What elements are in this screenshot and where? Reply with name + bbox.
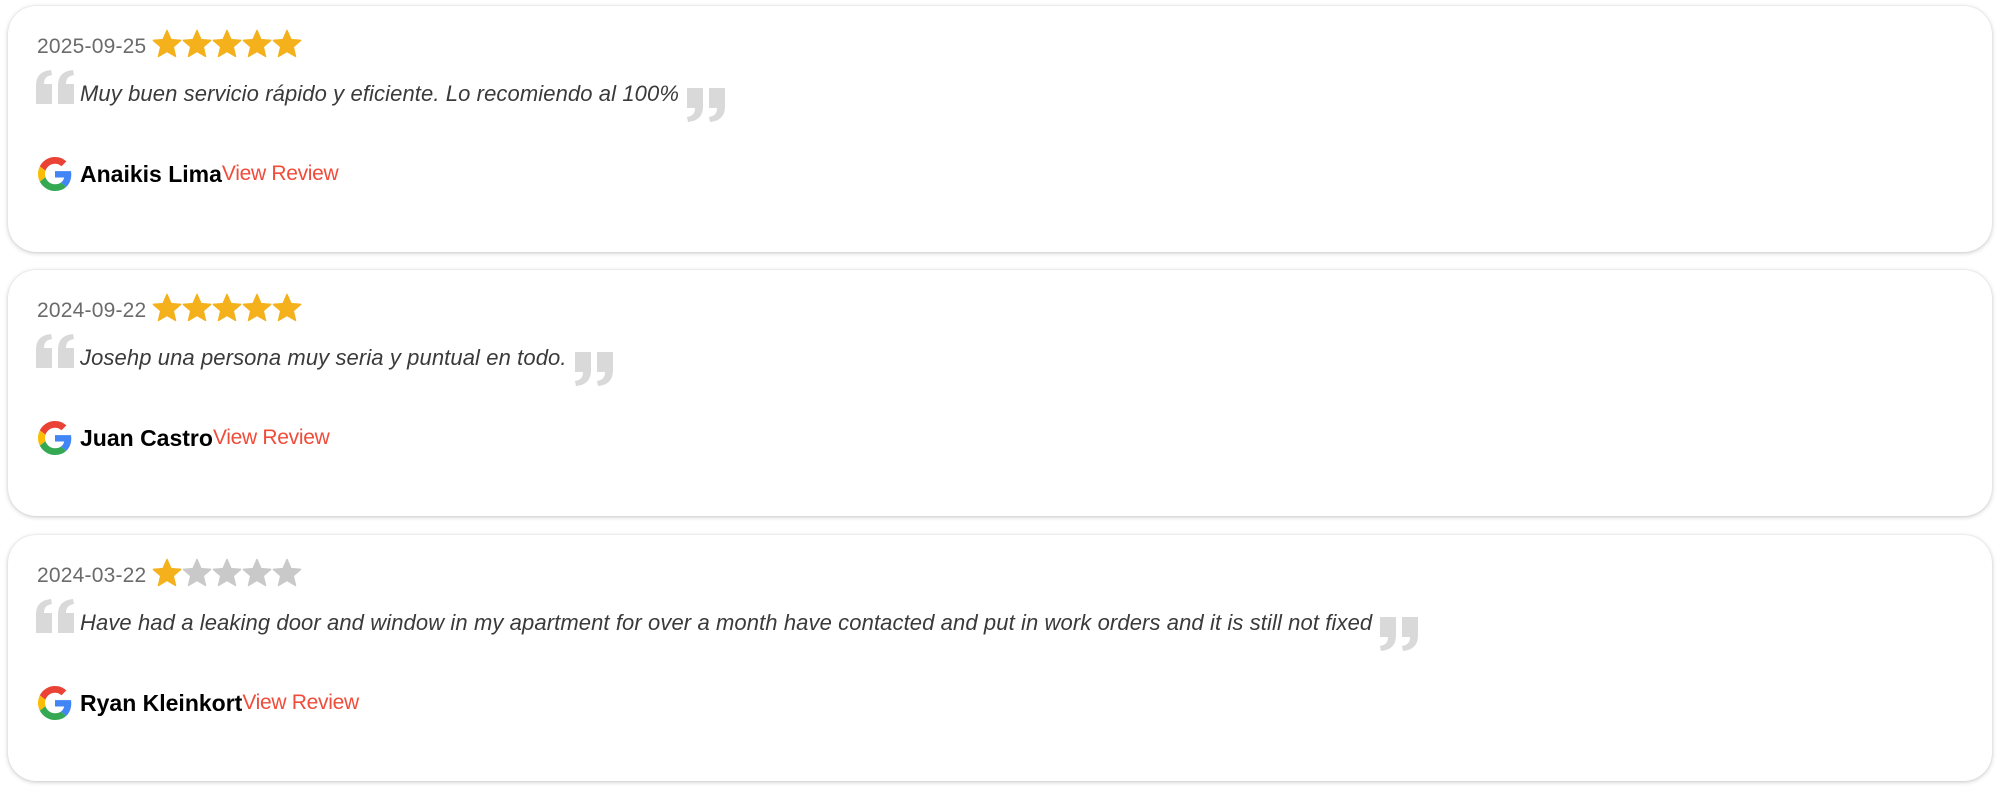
star-icon bbox=[183, 293, 212, 322]
author-name: Juan Castro bbox=[80, 424, 213, 451]
review-author: Anaikis Lima View Review bbox=[38, 156, 339, 192]
star-icon bbox=[153, 293, 182, 322]
star-icon bbox=[243, 29, 272, 58]
review-meta: 2024-03-22 bbox=[37, 555, 302, 591]
review-date: 2024-03-22 bbox=[37, 564, 147, 587]
review-quote: Muy buen servicio rápido y eficiente. Lo… bbox=[36, 66, 726, 126]
star-icon bbox=[273, 29, 302, 58]
google-icon bbox=[38, 157, 72, 191]
quote-close-icon bbox=[574, 352, 613, 386]
star-rating bbox=[152, 293, 302, 323]
view-review-link[interactable]: View Review bbox=[213, 426, 330, 450]
review-quote: Josehp una persona muy seria y puntual e… bbox=[36, 330, 613, 390]
review-text: Have had a leaking door and window in my… bbox=[80, 610, 1373, 635]
review-date: 2024-09-22 bbox=[37, 299, 147, 322]
star-rating bbox=[152, 29, 302, 59]
quote-close-icon bbox=[1380, 617, 1419, 651]
star-icon bbox=[213, 558, 242, 587]
quote-open-icon bbox=[36, 599, 74, 633]
quote-open-icon bbox=[36, 334, 74, 368]
author-name: Ryan Kleinkort bbox=[80, 689, 243, 716]
star-icon bbox=[243, 558, 272, 587]
star-icon bbox=[243, 293, 272, 322]
quote-open-icon bbox=[36, 70, 74, 104]
star-icon bbox=[213, 29, 242, 58]
author-name: Anaikis Lima bbox=[80, 160, 222, 187]
star-icon bbox=[183, 29, 212, 58]
review-card: 2024-09-22 Josehp una persona muy seria … bbox=[8, 270, 1992, 516]
quote-close-icon bbox=[687, 88, 726, 122]
google-icon bbox=[38, 686, 72, 720]
star-rating bbox=[152, 558, 302, 588]
reviews-list: 2025-09-25 Muy buen servicio rápido y ef… bbox=[0, 0, 2000, 794]
star-icon bbox=[273, 558, 302, 587]
review-quote: Have had a leaking door and window in my… bbox=[36, 595, 1419, 655]
review-text: Muy buen servicio rápido y eficiente. Lo… bbox=[80, 81, 680, 106]
review-author: Ryan Kleinkort View Review bbox=[38, 685, 359, 721]
review-card: 2024-03-22 Have had a leaking door and w… bbox=[8, 535, 1992, 781]
star-icon bbox=[273, 293, 302, 322]
review-meta: 2025-09-25 bbox=[37, 26, 302, 62]
review-date: 2025-09-25 bbox=[37, 35, 147, 58]
view-review-link[interactable]: View Review bbox=[242, 691, 359, 715]
star-icon bbox=[183, 558, 212, 587]
star-icon bbox=[153, 558, 182, 587]
view-review-link[interactable]: View Review bbox=[222, 162, 339, 186]
review-text: Josehp una persona muy seria y puntual e… bbox=[80, 345, 567, 370]
star-icon bbox=[213, 293, 242, 322]
star-icon bbox=[153, 29, 182, 58]
google-icon bbox=[38, 421, 72, 455]
review-meta: 2024-09-22 bbox=[37, 290, 302, 326]
review-card: 2025-09-25 Muy buen servicio rápido y ef… bbox=[8, 6, 1992, 252]
review-author: Juan Castro View Review bbox=[38, 420, 330, 456]
